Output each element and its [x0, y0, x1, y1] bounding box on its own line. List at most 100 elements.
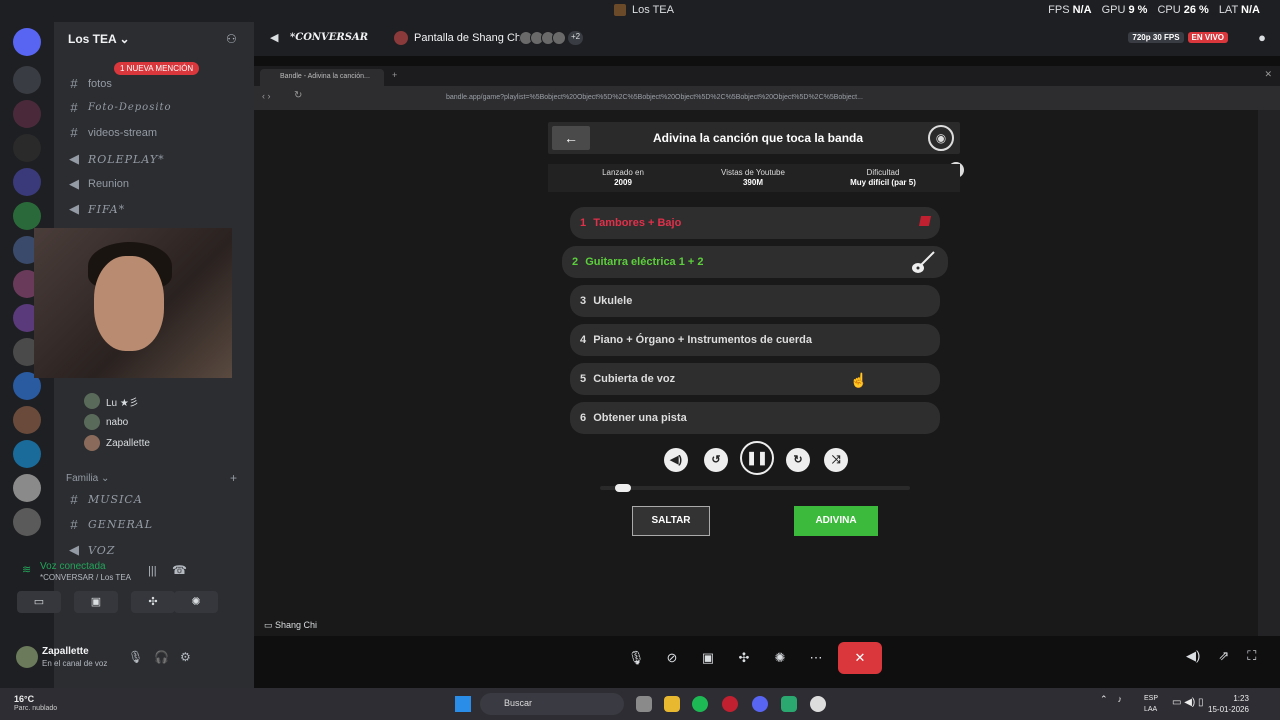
- new-tab-icon[interactable]: +: [392, 70, 397, 80]
- activity-button[interactable]: ✣: [131, 591, 175, 613]
- noise-icon[interactable]: |||: [148, 565, 157, 577]
- avatar[interactable]: [16, 646, 38, 668]
- server-name[interactable]: Los TEA ⌄: [54, 22, 254, 54]
- avatar: [84, 393, 100, 409]
- search-input[interactable]: Buscar: [480, 693, 624, 715]
- channel-foto-deposito[interactable]: # Foto-Deposito: [68, 100, 172, 115]
- skip-button[interactable]: SALTAR: [632, 506, 710, 536]
- username[interactable]: Zapallette: [42, 646, 89, 657]
- soundboard-icon[interactable]: ✺: [766, 644, 794, 672]
- server-icon[interactable]: [13, 66, 41, 94]
- category-familia[interactable]: Familia ⌄: [66, 473, 109, 484]
- hash-icon: #: [70, 492, 78, 507]
- progress-handle[interactable]: [614, 484, 631, 492]
- viewer-avatars[interactable]: +2: [519, 31, 584, 45]
- channel-roleplay[interactable]: ◀ ROLEPLAY*: [68, 151, 165, 167]
- screen-share-icon[interactable]: ▣: [694, 644, 722, 672]
- back-icon[interactable]: ‹ ›: [262, 91, 271, 101]
- window-title-text: Los TEA: [632, 4, 674, 16]
- channel-musica[interactable]: # MUSICA: [68, 492, 143, 507]
- profile-icon[interactable]: ◉: [928, 125, 954, 151]
- voice-member[interactable]: Lu ★彡: [84, 393, 139, 409]
- server-icon[interactable]: [13, 100, 41, 128]
- popout-icon[interactable]: ⇗: [1218, 648, 1229, 664]
- server-icon[interactable]: [13, 474, 41, 502]
- voice-panel: ≋ Voz conectada *CONVERSAR / Los TEA |||…: [8, 555, 218, 635]
- channel-general[interactable]: # GENERAL: [68, 517, 153, 532]
- voice-status: Voz conectada: [40, 561, 106, 572]
- url-field[interactable]: bandle.app/game?playlist=%5Bobject%20Obj…: [446, 90, 926, 106]
- browser-tab[interactable]: Bandle - Adivina la canción...: [260, 69, 384, 86]
- voice-channel[interactable]: *CONVERSAR / Los TEA: [40, 573, 131, 582]
- guess-button[interactable]: ADIVINA: [794, 506, 878, 536]
- microphone-icon[interactable]: 🎙: [128, 650, 143, 664]
- pause-button[interactable]: ❚❚: [740, 441, 774, 475]
- gear-icon[interactable]: ⚙: [180, 650, 191, 664]
- guitar-icon: [912, 251, 935, 273]
- fullscreen-icon[interactable]: ⛶: [1247, 648, 1256, 664]
- file-explorer-icon[interactable]: [664, 696, 680, 712]
- hash-icon: #: [70, 76, 78, 91]
- soundboard-button[interactable]: ✺: [174, 591, 218, 613]
- app-icon[interactable]: [781, 696, 797, 712]
- chat-icon[interactable]: ●: [1258, 30, 1266, 45]
- voice-member[interactable]: nabo: [84, 414, 128, 430]
- voice-channel-name[interactable]: *CONVERSAR: [290, 32, 368, 43]
- taskview-icon[interactable]: [636, 696, 652, 712]
- channel-fotos[interactable]: # fotos: [68, 76, 111, 91]
- channel-reunion[interactable]: ◀ Reunion: [68, 176, 129, 192]
- hint-row[interactable]: 6 Obtener una pista: [570, 402, 940, 434]
- clue-row: 1 Tambores + Bajo: [570, 207, 940, 239]
- spotify-icon[interactable]: [692, 696, 708, 712]
- system-tray[interactable]: ⌃ ♪: [1100, 694, 1122, 705]
- discord-home-icon[interactable]: [13, 28, 41, 56]
- pointer-cursor-icon: ☝: [850, 372, 868, 388]
- shuffle-off-icon[interactable]: ⤨: [824, 448, 848, 472]
- start-icon[interactable]: [455, 696, 471, 712]
- forward-icon[interactable]: ↻: [786, 448, 810, 472]
- speaker-icon: ◀: [69, 201, 79, 216]
- screen-share-button[interactable]: ▣: [74, 591, 118, 613]
- progress-bar[interactable]: [600, 484, 910, 492]
- browser-window: Bandle - Adivina la canción... + ✕ ‹ › ↻…: [254, 66, 1280, 636]
- voice-member[interactable]: Zapallette: [84, 435, 150, 451]
- server-icon[interactable]: [13, 134, 41, 162]
- language-indicator[interactable]: ESP LAA: [1144, 693, 1158, 715]
- discord-icon[interactable]: [752, 696, 768, 712]
- server-icon[interactable]: [13, 168, 41, 196]
- headphones-icon[interactable]: 🎧: [154, 650, 169, 664]
- server-icon[interactable]: [13, 508, 41, 536]
- camera-button[interactable]: ▭: [17, 591, 61, 613]
- channel-fifa[interactable]: ◀ FIFA*: [68, 201, 125, 217]
- reload-icon[interactable]: ↻: [294, 90, 302, 101]
- leave-call-button[interactable]: ✕: [838, 642, 882, 674]
- activity-icon[interactable]: ✣: [730, 644, 758, 672]
- close-icon[interactable]: ✕: [1264, 69, 1272, 80]
- channel-videos-stream[interactable]: # videos-stream: [68, 125, 157, 140]
- server-icon[interactable]: [13, 202, 41, 230]
- game-header: ← Adivina la canción que toca la banda ◉: [548, 122, 960, 154]
- mention-badge[interactable]: 1 NUEVA MENCIÓN: [114, 62, 200, 75]
- add-channel-icon[interactable]: +: [230, 471, 237, 485]
- volume-icon[interactable]: ◀): [664, 448, 688, 472]
- camera-off-icon[interactable]: ⊘: [658, 644, 686, 672]
- user-status: En el canal de voz: [42, 659, 108, 668]
- add-member-icon[interactable]: ⚇: [226, 32, 237, 46]
- volume-icon[interactable]: ◀): [1186, 648, 1200, 664]
- network-icon[interactable]: ▭ ◀) ▯: [1172, 697, 1204, 708]
- more-icon[interactable]: ⋯: [802, 644, 830, 672]
- server-icon[interactable]: [13, 440, 41, 468]
- clue-row-active[interactable]: 2 Guitarra eléctrica 1 + 2: [562, 246, 948, 278]
- server-icon[interactable]: [13, 406, 41, 434]
- clue-row: 4 Piano + Órgano + Instrumentos de cuerd…: [570, 324, 940, 356]
- clock[interactable]: 1:23 15-01-2026: [1208, 693, 1249, 715]
- opera-icon[interactable]: [722, 696, 738, 712]
- microphone-icon[interactable]: 🎙: [622, 644, 650, 672]
- back-button[interactable]: ←: [552, 126, 590, 150]
- gpu-stat: GPU 9 %: [1101, 4, 1148, 16]
- disconnect-icon[interactable]: ☎: [172, 563, 187, 577]
- rewind-icon[interactable]: ↺: [704, 448, 728, 472]
- chrome-icon[interactable]: [810, 696, 826, 712]
- info-difficulty: Dificultad Muy difícil (par 5): [850, 168, 916, 187]
- weather-widget[interactable]: 16°C Parc. nublado: [14, 694, 57, 714]
